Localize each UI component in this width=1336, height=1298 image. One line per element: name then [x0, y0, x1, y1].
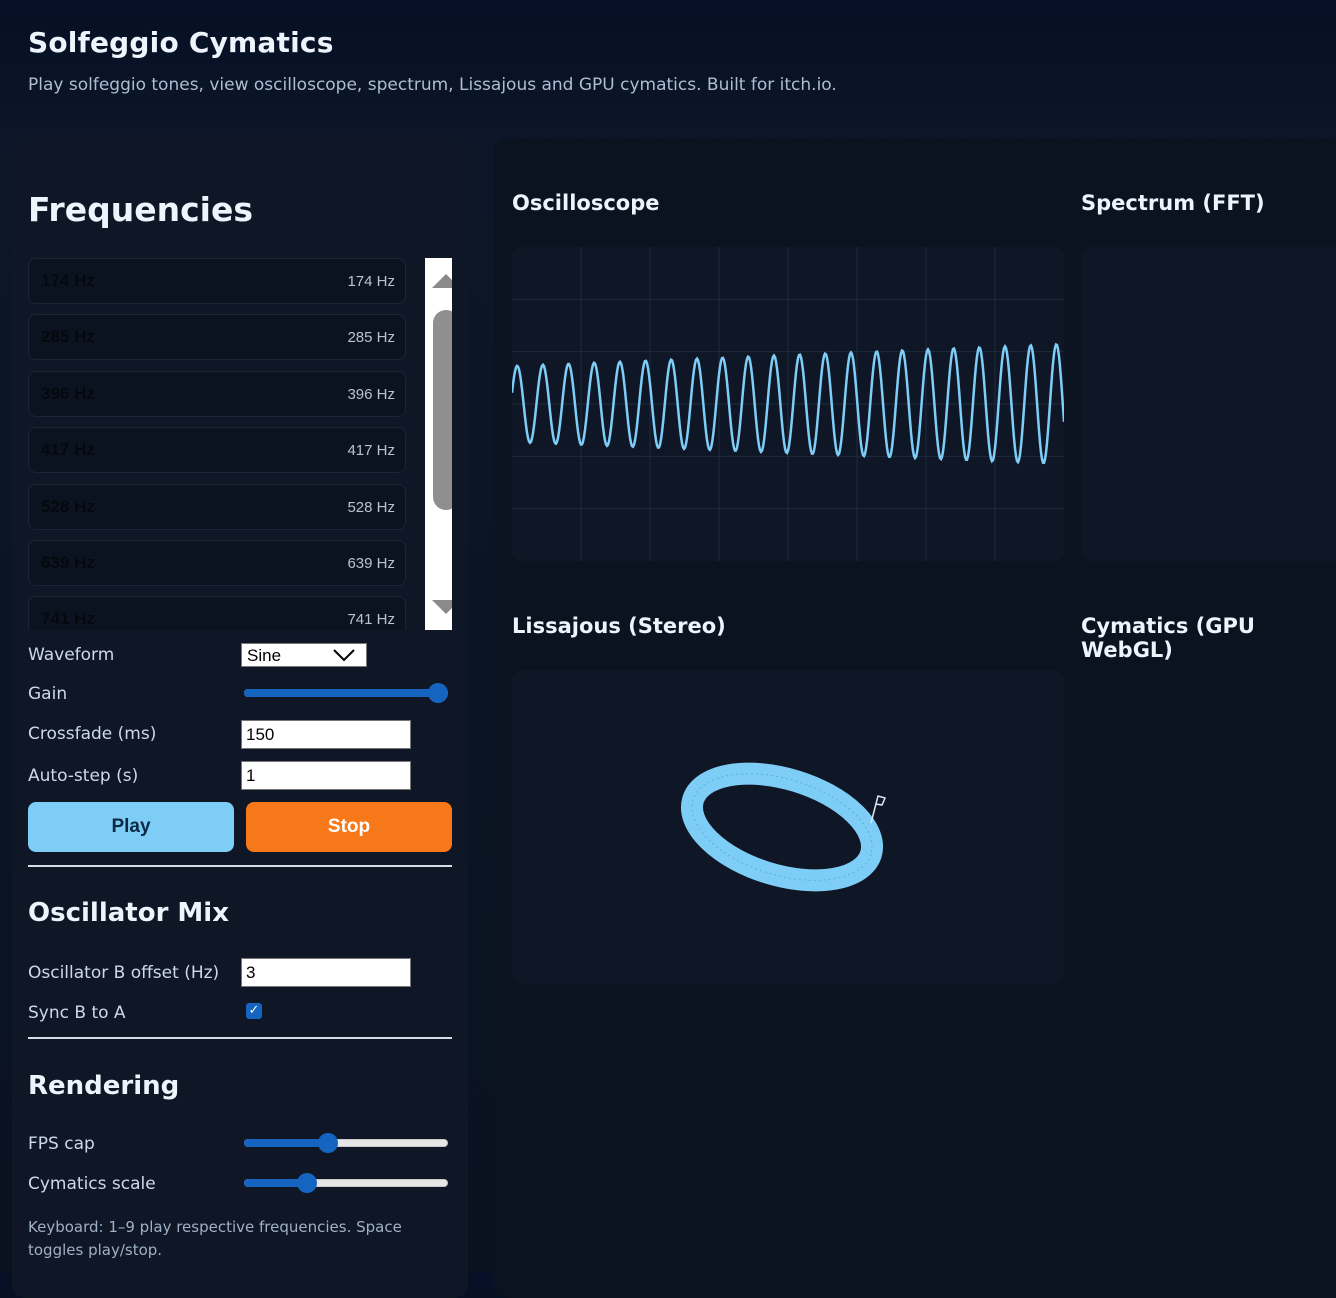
- app-subtitle: Play solfeggio tones, view oscilloscope,…: [28, 75, 837, 95]
- sync-checkbox[interactable]: ✓: [246, 1003, 262, 1019]
- frequency-item[interactable]: 396 Hz 396 Hz: [28, 371, 406, 417]
- frequency-item[interactable]: 285 Hz 285 Hz: [28, 314, 406, 360]
- waveform-label: Waveform: [28, 645, 115, 665]
- frequency-item[interactable]: 639 Hz 639 Hz: [28, 540, 406, 586]
- section-divider: [28, 865, 452, 867]
- frequency-item[interactable]: 741 Hz 741 Hz: [28, 596, 406, 630]
- keyboard-hint: Keyboard: 1–9 play respective frequencie…: [28, 1218, 402, 1259]
- oscilloscope-plot: [510, 247, 1066, 561]
- fps-cap-label: FPS cap: [28, 1134, 95, 1154]
- auto-step-label: Auto-step (s): [28, 766, 139, 786]
- frequency-value: 285 Hz: [347, 329, 395, 346]
- frequencies-title: Frequencies: [28, 190, 253, 229]
- sync-label: Sync B to A: [28, 1003, 126, 1023]
- frequency-value: 417 Hz: [347, 442, 395, 459]
- oscilloscope-title: Oscilloscope: [512, 191, 660, 215]
- lissajous-canvas: [512, 670, 1064, 984]
- frequency-value: 741 Hz: [347, 611, 395, 628]
- waveform-select[interactable]: Sine: [241, 643, 367, 667]
- frequency-item[interactable]: 417 Hz 417 Hz: [28, 427, 406, 473]
- crossfade-label: Crossfade (ms): [28, 724, 157, 744]
- gain-label: Gain: [28, 684, 68, 704]
- scrollbar-thumb[interactable]: [433, 310, 452, 510]
- oscillator-mix-title: Oscillator Mix: [28, 898, 229, 928]
- slider-fill: [244, 689, 438, 697]
- gain-slider[interactable]: [244, 683, 448, 703]
- scroll-down-arrow-icon[interactable]: [432, 600, 452, 614]
- frequency-value: 396 Hz: [347, 386, 395, 403]
- slider-fill: [244, 1139, 328, 1147]
- fps-cap-slider[interactable]: [244, 1133, 448, 1153]
- chevron-down-icon: [333, 649, 355, 662]
- section-divider: [28, 1037, 452, 1039]
- rendering-title: Rendering: [28, 1071, 180, 1101]
- frequency-name: 285 Hz: [41, 327, 95, 346]
- cymatics-title: Cymatics (GPU WebGL): [1081, 614, 1255, 662]
- slider-thumb[interactable]: [427, 683, 448, 703]
- auto-step-input[interactable]: 1: [241, 761, 411, 790]
- frequency-name: 417 Hz: [41, 440, 95, 459]
- app-title: Solfeggio Cymatics: [28, 26, 334, 59]
- oscillator-b-offset-label: Oscillator B offset (Hz): [28, 963, 220, 983]
- scroll-up-arrow-icon[interactable]: [432, 274, 452, 288]
- play-button[interactable]: Play: [28, 802, 234, 852]
- spectrum-title: Spectrum (FFT): [1081, 191, 1265, 215]
- frequency-name: 741 Hz: [41, 609, 95, 628]
- frequency-name: 639 Hz: [41, 553, 95, 572]
- cymatics-scale-slider[interactable]: [244, 1173, 448, 1193]
- app-header: Solfeggio Cymatics Play solfeggio tones,…: [28, 26, 837, 95]
- frequency-name: 528 Hz: [41, 497, 95, 516]
- stop-button[interactable]: Stop: [246, 802, 452, 852]
- crossfade-input[interactable]: 150: [241, 720, 411, 749]
- spectrum-canvas: [1081, 247, 1336, 561]
- frequency-value: 174 Hz: [347, 273, 395, 290]
- oscillator-b-offset-input[interactable]: 3: [241, 958, 411, 987]
- frequency-item[interactable]: 528 Hz 528 Hz: [28, 484, 406, 530]
- lissajous-plot: [680, 762, 887, 892]
- frequency-list[interactable]: 174 Hz 174 Hz 285 Hz 285 Hz 396 Hz 396 H…: [28, 258, 452, 630]
- control-panel: Frequencies 174 Hz 174 Hz 285 Hz 285 Hz …: [12, 138, 468, 1298]
- frequency-item[interactable]: 174 Hz 174 Hz: [28, 258, 406, 304]
- frequency-list-scrollbar[interactable]: [425, 258, 452, 630]
- slider-thumb[interactable]: [297, 1173, 318, 1193]
- lissajous-title: Lissajous (Stereo): [512, 614, 726, 638]
- frequency-value: 639 Hz: [347, 555, 395, 572]
- waveform-selected-value: Sine: [247, 646, 282, 665]
- frequency-value: 528 Hz: [347, 499, 395, 516]
- frequency-name: 396 Hz: [41, 384, 95, 403]
- oscilloscope-canvas: [510, 247, 1066, 561]
- frequency-name: 174 Hz: [41, 271, 95, 290]
- visualizer-panel: Oscilloscope Spectrum (FFT) Lissajous (S…: [494, 138, 1336, 1298]
- cymatics-scale-label: Cymatics scale: [28, 1174, 156, 1194]
- slider-thumb[interactable]: [317, 1133, 338, 1153]
